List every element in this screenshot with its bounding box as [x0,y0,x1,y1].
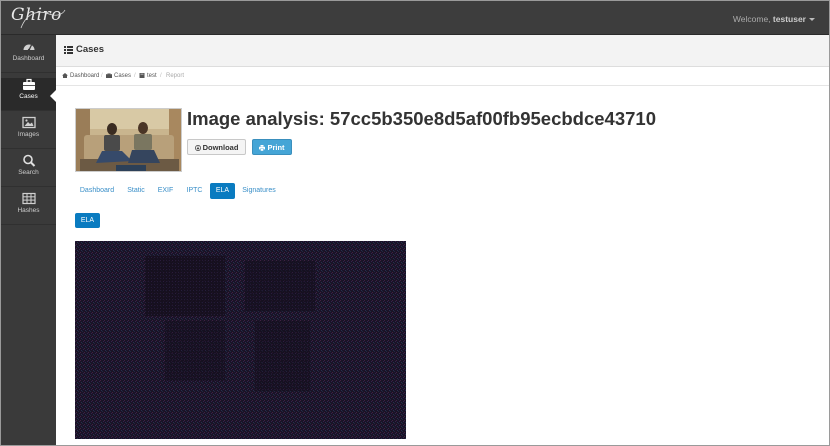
analysis-title: Image analysis: 57cc5b350e8d5af00fb95ecb… [187,108,656,129]
ela-result-image [75,241,406,439]
download-icon [194,145,201,151]
welcome-text: Welcome, [732,14,771,24]
ela-sub-tab[interactable]: ELA [75,213,100,228]
breadcrumb-separator: / [160,73,162,79]
tab-dashboard[interactable]: Dashboard [75,183,119,199]
tab-iptc[interactable]: IPTC [181,183,208,199]
caret-down-icon [809,18,815,22]
tab-ela[interactable]: ELA [210,183,235,199]
download-label: Download [202,143,239,152]
breadcrumb-dashboard[interactable]: Dashboard [62,73,99,79]
ela-noise-image [75,241,406,439]
dashboard-icon [23,44,34,52]
breadcrumb-separator: / [134,73,136,79]
table-icon [21,192,36,205]
breadcrumb-separator: / [101,73,103,79]
app-window: Ghiro Welcome, testuser Dashboard Cases [0,0,830,446]
briefcase-icon [106,73,112,78]
breadcrumb-report: Report [166,73,185,79]
breadcrumb-cases[interactable]: Cases [106,73,131,79]
active-indicator [50,90,56,102]
breadcrumb-label: Cases [114,73,132,79]
page-title: Cases [76,44,104,55]
breadcrumb: Dashboard / Cases / test / Report [56,67,829,86]
sidebar-item-label: Search [18,169,39,176]
sidebar-item-cases[interactable]: Cases [1,78,56,111]
download-button[interactable]: Download [187,139,246,155]
logo-swirl-icon [20,9,66,29]
sidebar-item-images[interactable]: Images [1,116,56,149]
sidebar: Dashboard Cases Images Search Hashes [1,35,56,445]
home-icon [62,73,68,78]
sidebar-item-label: Hashes [17,207,40,214]
sidebar-item-label: Cases [19,93,38,100]
briefcase-icon [22,78,35,90]
thumbnail-photo [76,109,181,171]
print-label: Print [267,143,285,152]
sidebar-item-search[interactable]: Search [1,154,56,187]
print-button[interactable]: Print [252,139,292,155]
ghiro-logo[interactable]: Ghiro [11,5,66,29]
image-icon [21,116,36,129]
username: testuser [772,14,806,24]
breadcrumb-test[interactable]: test [139,73,157,79]
sidebar-item-hashes[interactable]: Hashes [1,192,56,225]
breadcrumb-label: Dashboard [70,73,100,79]
list-icon [64,46,73,54]
image-thumbnail[interactable] [75,108,182,172]
tab-signatures[interactable]: Signatures [238,183,280,199]
book-icon [139,73,145,78]
tab-static[interactable]: Static [122,183,150,199]
sidebar-item-dashboard[interactable]: Dashboard [1,40,56,73]
search-icon [22,154,35,167]
page-header: Cases [56,35,829,67]
top-navbar: Ghiro Welcome, testuser [1,1,829,35]
sidebar-item-label: Dashboard [12,55,45,62]
sidebar-item-label: Images [17,131,40,138]
user-menu[interactable]: Welcome, testuser [733,14,815,24]
breadcrumb-label: test [147,73,157,79]
tab-exif[interactable]: EXIF [153,183,178,199]
print-icon [259,145,266,151]
